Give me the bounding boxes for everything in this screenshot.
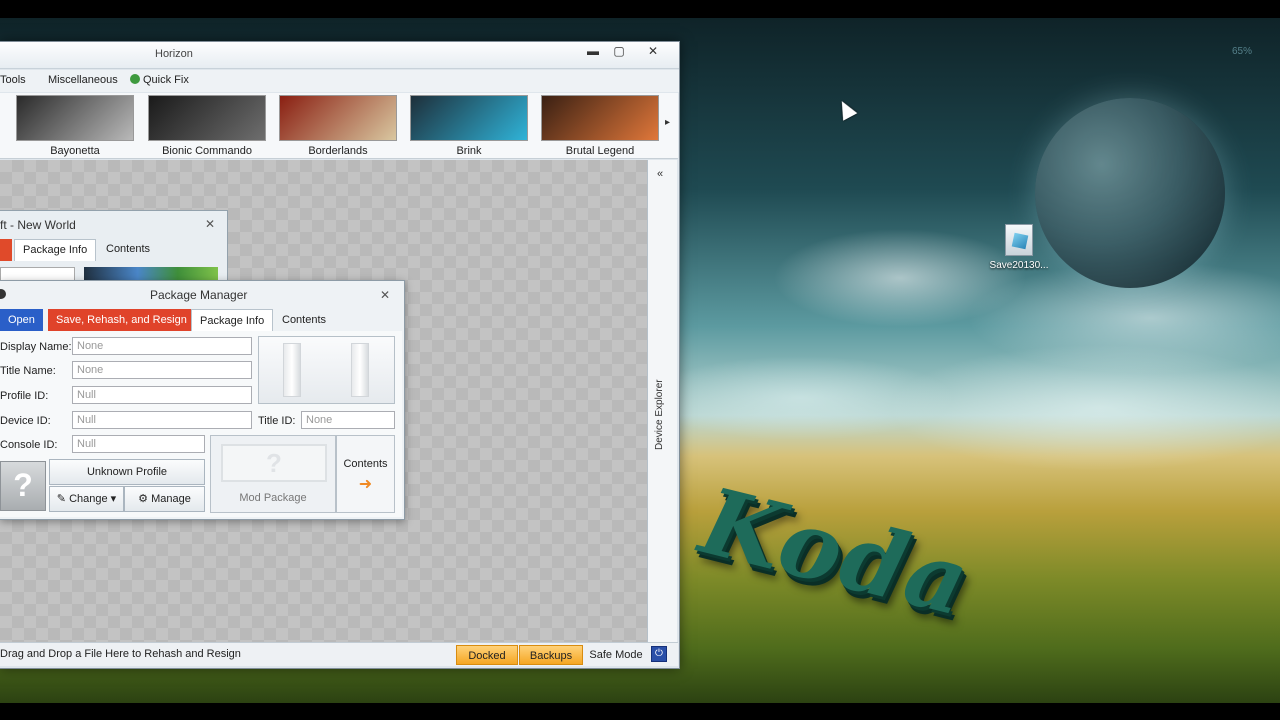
package-manager-close-icon[interactable]: ✕ — [380, 288, 390, 302]
menu-tools[interactable]: Tools — [0, 74, 26, 86]
minimize-button[interactable]: ▬ — [580, 43, 606, 59]
safe-mode-button[interactable]: Safe Mode — [586, 645, 646, 665]
package-icon-preview[interactable] — [258, 336, 395, 404]
game-name: Bionic Commando — [162, 145, 252, 157]
game-item-brutal-legend[interactable]: Brutal Legend — [538, 95, 662, 157]
device-id-label: Device ID: — [0, 415, 51, 427]
mod-package-button[interactable]: ? Mod Package — [210, 435, 336, 513]
game-item-bionic-commando[interactable]: Bionic Commando — [145, 95, 269, 157]
strip-scroll-right-icon[interactable]: ▸ — [665, 117, 670, 128]
change-label: Change — [69, 493, 108, 505]
status-text: Drag and Drop a File Here to Rehash and … — [0, 648, 241, 660]
profile-id-field[interactable]: Null — [72, 386, 252, 404]
console-id-label: Console ID: — [0, 439, 58, 451]
battery-indicator: 65% — [1232, 46, 1253, 57]
docked-button[interactable]: Docked — [456, 645, 518, 665]
package-manager-title: Package Manager — [150, 288, 248, 302]
title-name-label: Title Name: — [0, 365, 56, 377]
menu-miscellaneous[interactable]: Miscellaneous — [48, 74, 118, 86]
status-bar: Drag and Drop a File Here to Rehash and … — [0, 642, 678, 666]
contents-label: Contents — [343, 458, 388, 470]
backups-button[interactable]: Backups — [519, 645, 583, 665]
game-thumbnail — [410, 95, 528, 141]
game-item-borderlands[interactable]: Borderlands — [276, 95, 400, 157]
unknown-profile-button[interactable]: Unknown Profile — [49, 459, 205, 485]
back-tab-save[interactable] — [0, 239, 12, 261]
planet-wallpaper — [1035, 98, 1225, 288]
title-id-label: Title ID: — [258, 415, 296, 427]
game-thumbnail — [16, 95, 134, 141]
game-name: Bayonetta — [50, 145, 100, 157]
console-id-field[interactable]: Null — [72, 435, 205, 453]
game-name: Brink — [456, 145, 482, 157]
icon-slot-1 — [283, 343, 301, 397]
file-icon — [1005, 224, 1033, 256]
game-item-bayonetta[interactable]: Bayonetta — [13, 95, 137, 157]
back-tab-contents[interactable]: Contents — [98, 239, 158, 261]
back-package-window[interactable]: ft - New World ✕ Package Info Contents — [0, 210, 228, 290]
menu-quick-fix[interactable]: Quick Fix — [130, 74, 189, 86]
back-window-title: ft - New World — [0, 218, 76, 232]
tab-package-info[interactable]: Package Info — [191, 309, 274, 331]
koda-wallpaper-text: Koda — [690, 466, 981, 638]
contents-button[interactable]: Contents ➜ — [336, 435, 395, 513]
desktop-file-icon[interactable]: Save20130... — [984, 224, 1054, 271]
device-explorer-panel: « Device Explorer — [647, 160, 677, 642]
device-id-field[interactable]: Null — [72, 411, 252, 429]
close-button[interactable]: ✕ — [640, 43, 666, 59]
game-thumbnail — [148, 95, 266, 141]
arrow-right-icon: ➜ — [358, 476, 373, 493]
pencil-icon: ✎ — [56, 493, 70, 505]
mod-package-icon: ? — [221, 444, 327, 482]
game-strip: Bayonetta Bionic Commando Borderlands Br… — [0, 93, 678, 159]
title-bar[interactable]: Horizon ▬ ▢ ✕ — [0, 42, 679, 69]
menu-quick-fix-label: Quick Fix — [143, 74, 189, 86]
profile-id-label: Profile ID: — [0, 390, 49, 402]
package-info-panel: Display Name: None Title Name: None Prof… — [0, 331, 402, 517]
game-thumbnail — [541, 95, 659, 141]
gear-icon: ⚙ — [138, 493, 152, 505]
mouse-cursor-icon — [834, 97, 858, 121]
change-button[interactable]: ✎ Change ▾ — [49, 486, 124, 512]
package-manager-window[interactable]: Package Manager ✕ Open Save, Rehash, and… — [0, 280, 405, 520]
game-name: Brutal Legend — [565, 145, 635, 157]
game-name: Borderlands — [308, 145, 368, 157]
back-window-close-icon[interactable]: ✕ — [205, 217, 215, 231]
maximize-button[interactable]: ▢ — [606, 43, 632, 59]
game-thumbnail — [279, 95, 397, 141]
power-icon[interactable]: ⏻ — [651, 646, 667, 662]
chevron-down-icon: ▾ — [107, 493, 117, 505]
profile-avatar[interactable]: ? — [0, 461, 46, 511]
tab-save-rehash-resign[interactable]: Save, Rehash, and Resign — [48, 309, 195, 331]
icon-slot-2 — [351, 343, 369, 397]
manage-button[interactable]: ⚙ Manage — [124, 486, 205, 512]
title-id-field[interactable]: None — [301, 411, 395, 429]
display-name-label: Display Name: — [0, 341, 72, 353]
menu-bar: Tools Miscellaneous Quick Fix — [0, 70, 679, 92]
mod-package-label: Mod Package — [239, 492, 307, 504]
back-tab-package-info[interactable]: Package Info — [14, 239, 97, 261]
device-explorer-label[interactable]: Device Explorer — [654, 379, 665, 450]
game-item-brink[interactable]: Brink — [407, 95, 531, 157]
manage-label: Manage — [151, 493, 191, 505]
window-title: Horizon — [155, 48, 193, 60]
collapse-icon[interactable]: « — [657, 168, 663, 180]
title-name-field[interactable]: None — [72, 361, 252, 379]
window-icon — [0, 289, 6, 299]
tab-open[interactable]: Open — [0, 309, 43, 331]
tab-contents[interactable]: Contents — [274, 309, 334, 331]
quick-fix-icon — [130, 74, 140, 84]
desktop-file-label: Save20130... — [989, 260, 1049, 271]
display-name-field[interactable]: None — [72, 337, 252, 355]
